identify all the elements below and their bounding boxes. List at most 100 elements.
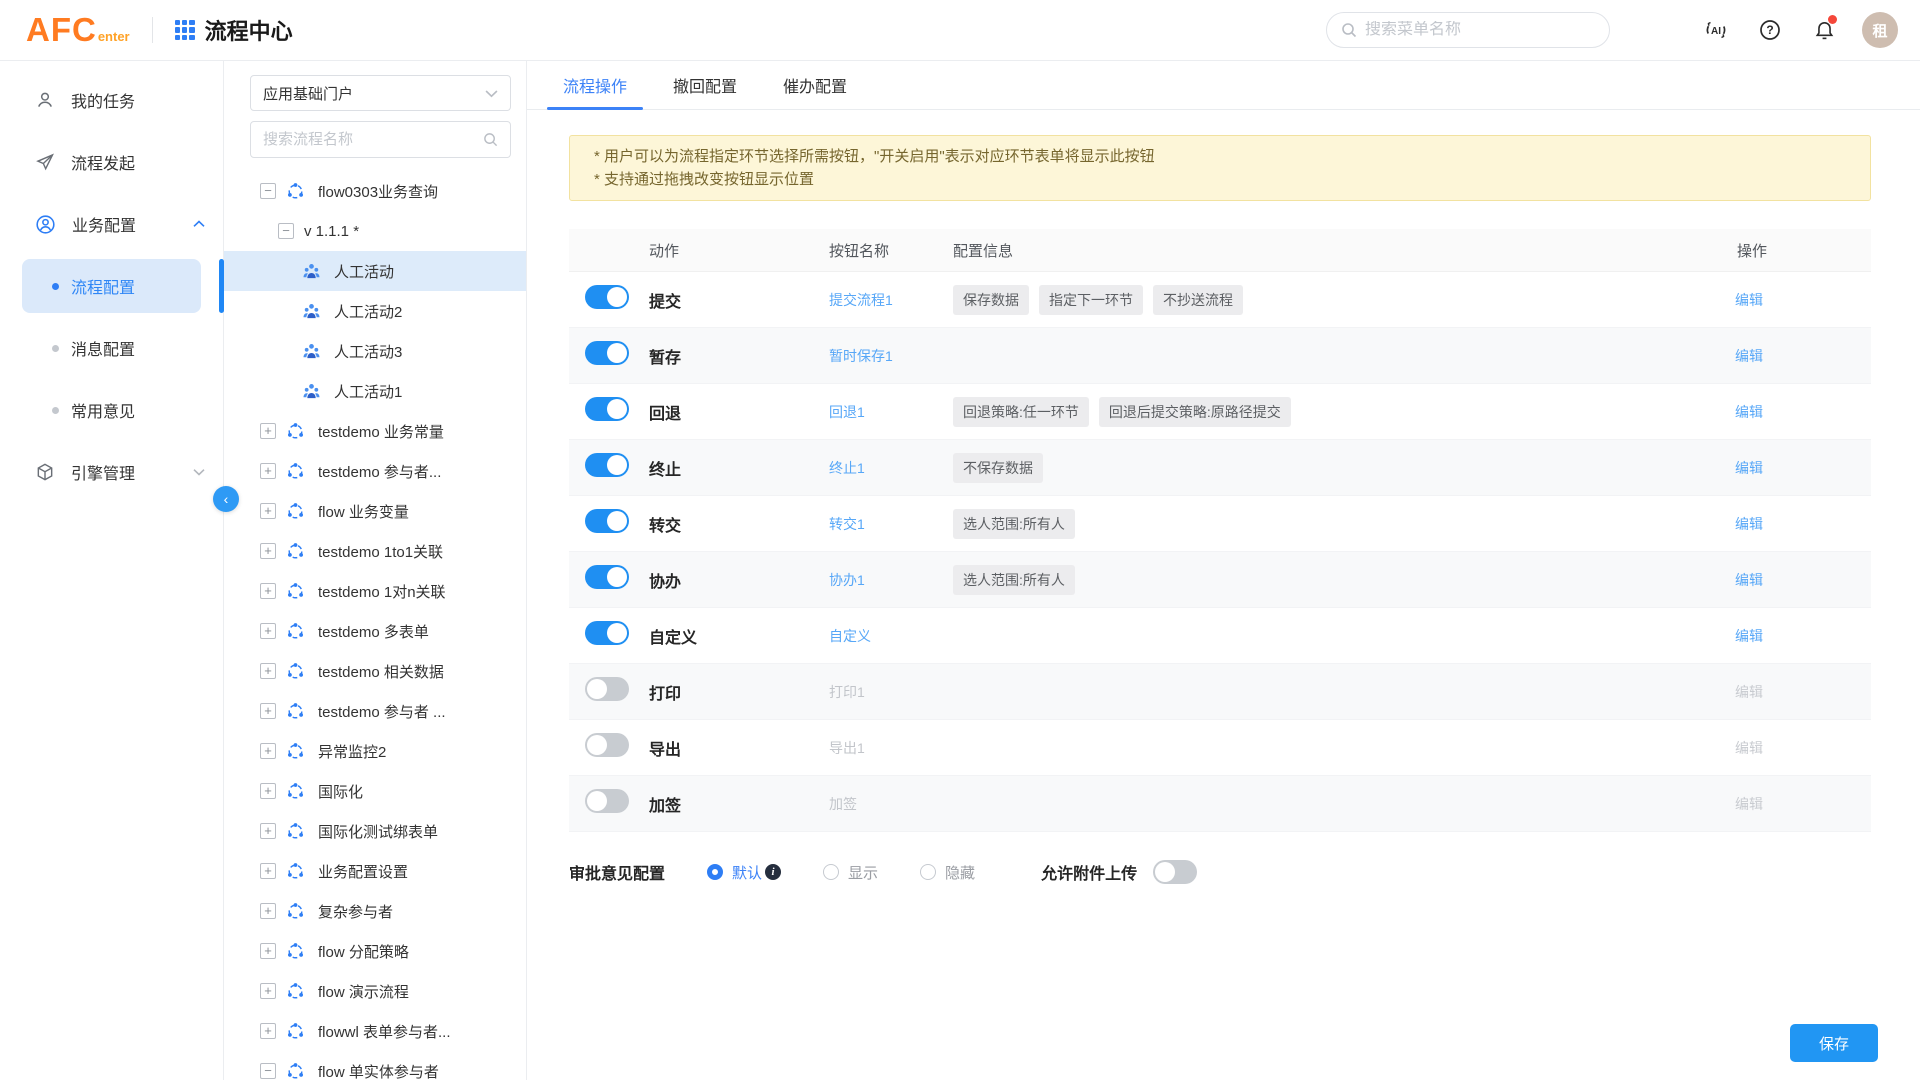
tree-node[interactable]: +国际化测试绑表单 — [224, 811, 526, 851]
tree-node[interactable]: − flow0303业务查询 — [224, 171, 526, 211]
button-name-link[interactable]: 回退1 — [829, 402, 953, 422]
button-name-link[interactable]: 暂时保存1 — [829, 346, 953, 366]
app-select-dropdown[interactable]: 应用基础门户 — [250, 75, 511, 111]
expand-plus-icon[interactable]: + — [260, 623, 276, 639]
sidebar-item-message-config[interactable]: 消息配置 — [0, 317, 223, 379]
expand-plus-icon[interactable]: + — [260, 1023, 276, 1039]
tab-withdraw-config[interactable]: 撤回配置 — [657, 61, 753, 109]
tree-node[interactable]: +testdemo 1对n关联 — [224, 571, 526, 611]
tab-process-operations[interactable]: 流程操作 — [547, 61, 643, 109]
expand-plus-icon[interactable]: + — [260, 583, 276, 599]
tree-node-version[interactable]: − v 1.1.1 * — [224, 211, 526, 251]
sidebar-item-engine-management[interactable]: 引擎管理 — [0, 441, 223, 503]
toggle-on[interactable] — [585, 453, 629, 477]
topbar: AFC enter 流程中心 AI ? 租 — [0, 0, 1920, 61]
tree-node[interactable]: +testdemo 多表单 — [224, 611, 526, 651]
action-label: 协办 — [639, 568, 829, 592]
expand-plus-icon[interactable]: + — [260, 943, 276, 959]
tab-urge-config[interactable]: 催办配置 — [767, 61, 863, 109]
toggle-on[interactable] — [585, 509, 629, 533]
sidebar-item-common-opinions[interactable]: 常用意见 — [0, 379, 223, 441]
tree-node[interactable]: +flow 分配策略 — [224, 931, 526, 971]
collapse-minus-icon[interactable]: − — [260, 1063, 276, 1079]
main-content: 流程操作 撤回配置 催办配置 * 用户可以为流程指定环节选择所需按钮，"开关启用… — [527, 61, 1920, 1080]
edit-link[interactable]: 编辑 — [1681, 346, 1871, 366]
tree-node[interactable]: +testdemo 参与者... — [224, 451, 526, 491]
ai-assistant-icon[interactable]: AI — [1704, 18, 1728, 42]
tree-node-activity[interactable]: 人工活动2 — [224, 291, 526, 331]
radio-show[interactable]: 显示 — [823, 862, 878, 883]
tree-node-activity[interactable]: 人工活动 — [224, 251, 526, 291]
radio-hide[interactable]: 隐藏 — [920, 862, 975, 883]
sidebar-item-process-config[interactable]: 流程配置 — [0, 255, 223, 317]
info-icon[interactable]: i — [765, 864, 781, 880]
flow-icon — [286, 541, 306, 561]
expand-plus-icon[interactable]: + — [260, 863, 276, 879]
collapse-minus-icon[interactable]: − — [260, 183, 276, 199]
edit-link[interactable]: 编辑 — [1681, 458, 1871, 478]
expand-plus-icon[interactable]: + — [260, 463, 276, 479]
save-button[interactable]: 保存 — [1790, 1024, 1878, 1062]
attachment-toggle-off[interactable] — [1153, 860, 1197, 884]
flow-icon — [286, 501, 306, 521]
tree-node[interactable]: +flow 演示流程 — [224, 971, 526, 1011]
toggle-on[interactable] — [585, 397, 629, 421]
people-icon — [302, 301, 322, 321]
tree-node-activity[interactable]: 人工活动3 — [224, 331, 526, 371]
tree-search-input[interactable] — [263, 131, 483, 148]
expand-plus-icon[interactable]: + — [260, 543, 276, 559]
tree-node[interactable]: +flow 业务变量 — [224, 491, 526, 531]
tree-node[interactable]: +复杂参与者 — [224, 891, 526, 931]
expand-plus-icon[interactable]: + — [260, 663, 276, 679]
button-name-link[interactable]: 终止1 — [829, 458, 953, 478]
expand-plus-icon[interactable]: + — [260, 503, 276, 519]
radio-default[interactable]: 默认 i — [707, 862, 781, 883]
toggle-on[interactable] — [585, 621, 629, 645]
button-name-link[interactable]: 自定义 — [829, 626, 953, 646]
tree-node[interactable]: +testdemo 1to1关联 — [224, 531, 526, 571]
tree-node[interactable]: +testdemo 参与者 ... — [224, 691, 526, 731]
expand-plus-icon[interactable]: + — [260, 983, 276, 999]
edit-link[interactable]: 编辑 — [1681, 402, 1871, 422]
tree-search[interactable] — [250, 121, 511, 158]
sidebar-collapse-button[interactable]: ‹ — [213, 486, 239, 512]
expand-plus-icon[interactable]: + — [260, 743, 276, 759]
edit-link[interactable]: 编辑 — [1681, 626, 1871, 646]
button-name-link: 打印1 — [829, 682, 953, 702]
help-icon[interactable]: ? — [1758, 18, 1782, 42]
tree-node[interactable]: +国际化 — [224, 771, 526, 811]
edit-link[interactable]: 编辑 — [1681, 290, 1871, 310]
avatar[interactable]: 租 — [1862, 12, 1898, 48]
expand-plus-icon[interactable]: + — [260, 823, 276, 839]
sidebar-item-business-config[interactable]: 业务配置 — [0, 193, 223, 255]
toggle-off[interactable] — [585, 789, 629, 813]
expand-plus-icon[interactable]: + — [260, 783, 276, 799]
toggle-on[interactable] — [585, 285, 629, 309]
notification-bell-icon[interactable] — [1812, 18, 1836, 42]
toggle-on[interactable] — [585, 565, 629, 589]
tree-node[interactable]: −flow 单实体参与者 — [224, 1051, 526, 1080]
tree-node[interactable]: +testdemo 相关数据 — [224, 651, 526, 691]
global-search[interactable] — [1326, 12, 1610, 48]
sidebar-item-process-start[interactable]: 流程发起 — [0, 131, 223, 193]
toggle-off[interactable] — [585, 733, 629, 757]
tree-node[interactable]: +flowwl 表单参与者... — [224, 1011, 526, 1051]
edit-link[interactable]: 编辑 — [1681, 570, 1871, 590]
expand-plus-icon[interactable]: + — [260, 703, 276, 719]
button-name-link[interactable]: 转交1 — [829, 514, 953, 534]
action-label: 加签 — [639, 792, 829, 816]
expand-plus-icon[interactable]: + — [260, 903, 276, 919]
global-search-input[interactable] — [1365, 21, 1595, 39]
toggle-on[interactable] — [585, 341, 629, 365]
edit-link[interactable]: 编辑 — [1681, 514, 1871, 534]
tree-node-activity[interactable]: 人工活动1 — [224, 371, 526, 411]
tree-node[interactable]: +异常监控2 — [224, 731, 526, 771]
collapse-minus-icon[interactable]: − — [278, 223, 294, 239]
sidebar-item-my-tasks[interactable]: 我的任务 — [0, 69, 223, 131]
button-name-link[interactable]: 协办1 — [829, 570, 953, 590]
button-name-link[interactable]: 提交流程1 — [829, 290, 953, 310]
tree-node[interactable]: +业务配置设置 — [224, 851, 526, 891]
toggle-off[interactable] — [585, 677, 629, 701]
tree-node[interactable]: +testdemo 业务常量 — [224, 411, 526, 451]
expand-plus-icon[interactable]: + — [260, 423, 276, 439]
